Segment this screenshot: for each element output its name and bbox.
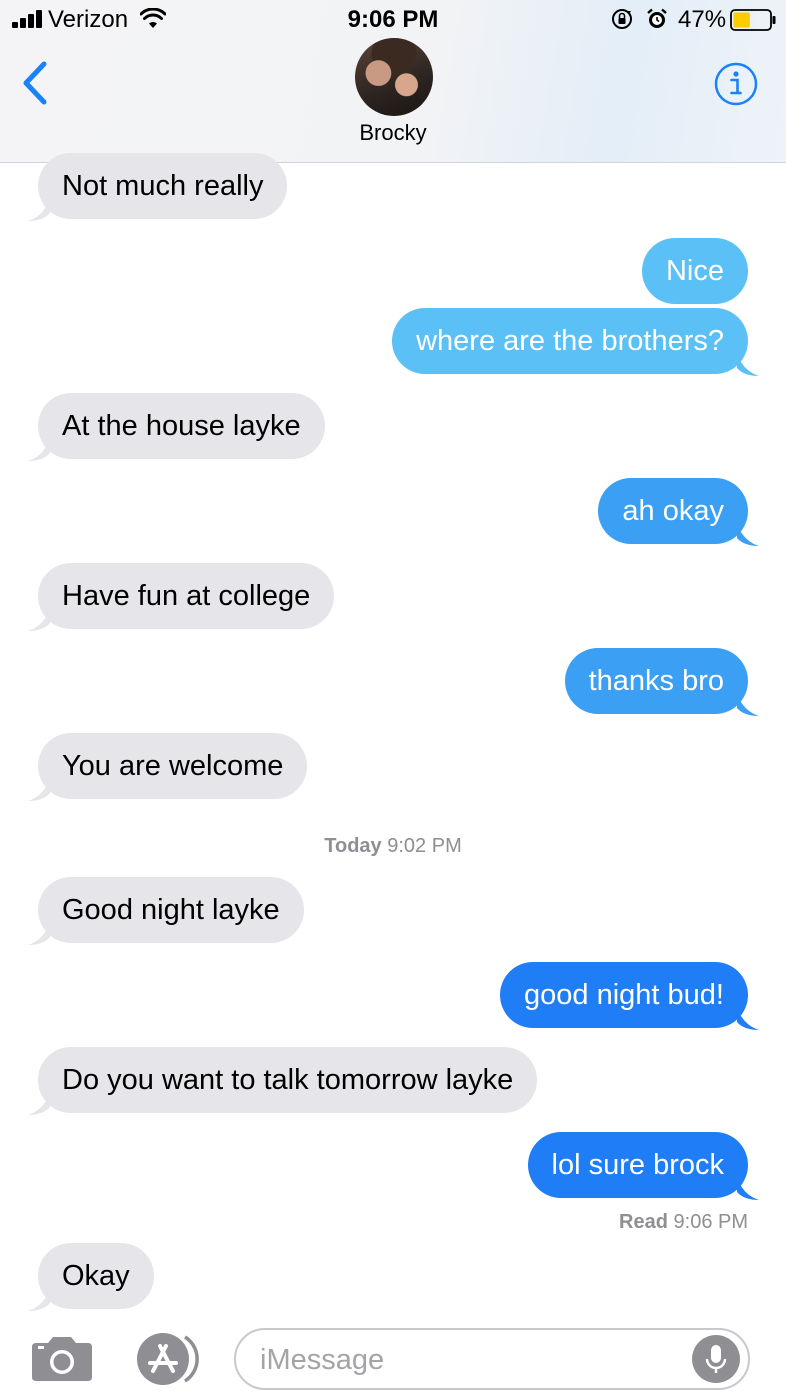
battery-percentage: 47% xyxy=(678,6,727,33)
timestamp-day: Today xyxy=(324,835,382,857)
microphone-icon xyxy=(705,1345,727,1373)
bubble-tail xyxy=(28,199,50,221)
message-text: ah okay xyxy=(622,495,724,527)
message-bubble-incoming[interactable]: Have fun at college xyxy=(38,563,335,629)
message-text: Not much really xyxy=(62,170,264,202)
message-text: good night bud! xyxy=(524,979,724,1011)
status-bar: Verizon 9:06 PM 47% xyxy=(0,0,786,40)
message-text: lol sure brock xyxy=(551,1149,724,1181)
camera-icon[interactable] xyxy=(30,1335,94,1383)
bubble-tail xyxy=(28,439,50,461)
message-text: Okay xyxy=(62,1260,130,1292)
contact-avatar[interactable] xyxy=(355,38,433,116)
message-text: Nice xyxy=(665,255,724,287)
timestamp-time: 9:02 PM xyxy=(387,835,462,857)
message-bubble-outgoing[interactable]: good night bud! xyxy=(500,962,748,1028)
bubble-tail xyxy=(28,1093,50,1115)
message-bubble-outgoing[interactable]: Nice xyxy=(641,238,748,304)
message-bubble-incoming[interactable]: You are welcome xyxy=(38,733,308,799)
message-bubble-incoming[interactable]: At the house layke xyxy=(38,393,325,459)
message-bubble-incoming[interactable]: Good night layke xyxy=(38,877,304,943)
back-chevron-icon[interactable] xyxy=(20,60,52,106)
message-bubble-outgoing[interactable]: lol sure brock xyxy=(527,1132,748,1198)
message-bubble-incoming[interactable]: Okay xyxy=(38,1243,154,1309)
alarm-icon xyxy=(647,8,667,28)
message-text: Good night layke xyxy=(62,894,280,926)
bubble-tail xyxy=(28,923,50,945)
message-bubble-incoming[interactable]: Do you want to talk tomorrow layke xyxy=(38,1047,538,1113)
bubble-tail xyxy=(737,354,759,376)
read-receipt: Read 9:06 PM xyxy=(619,1211,748,1234)
bubble-tail xyxy=(737,694,759,716)
battery-icon xyxy=(730,9,776,31)
message-text: Do you want to talk tomorrow layke xyxy=(62,1064,514,1096)
conversation-header: Verizon 9:06 PM 47% Brocky xyxy=(0,0,786,163)
status-time: 9:06 PM xyxy=(347,6,439,33)
bubble-tail xyxy=(737,1008,759,1030)
message-text: thanks bro xyxy=(588,665,724,697)
bubble-tail xyxy=(28,609,50,631)
dictation-button[interactable] xyxy=(692,1335,740,1383)
bubble-tail xyxy=(28,779,50,801)
conversation-timestamp: Today 9:02 PM xyxy=(0,835,786,858)
bubble-tail xyxy=(737,524,759,546)
message-thread: Not much really Nice where are the broth… xyxy=(0,153,786,1318)
message-field[interactable] xyxy=(234,1328,750,1390)
message-text: where are the brothers? xyxy=(416,325,724,357)
message-text: Have fun at college xyxy=(62,580,311,612)
message-input[interactable] xyxy=(258,1330,682,1390)
messages-screen: Verizon 9:06 PM 47% Brocky Not much real… xyxy=(0,0,786,1399)
app-store-icon[interactable] xyxy=(133,1331,203,1387)
message-bubble-incoming[interactable]: Not much really xyxy=(38,153,288,219)
read-label: Read xyxy=(619,1211,668,1233)
bubble-tail xyxy=(28,1289,50,1311)
compose-bar xyxy=(0,1318,786,1399)
message-text: You are welcome xyxy=(62,750,284,782)
contact-name[interactable]: Brocky xyxy=(0,120,786,146)
message-bubble-outgoing[interactable]: ah okay xyxy=(598,478,748,544)
bubble-tail xyxy=(737,1178,759,1200)
info-icon[interactable] xyxy=(714,62,758,106)
message-bubble-outgoing[interactable]: where are the brothers? xyxy=(392,308,748,374)
message-text: At the house layke xyxy=(62,410,301,442)
rotation-lock-icon xyxy=(612,9,632,29)
read-time: 9:06 PM xyxy=(673,1211,748,1233)
message-bubble-outgoing[interactable]: thanks bro xyxy=(564,648,748,714)
